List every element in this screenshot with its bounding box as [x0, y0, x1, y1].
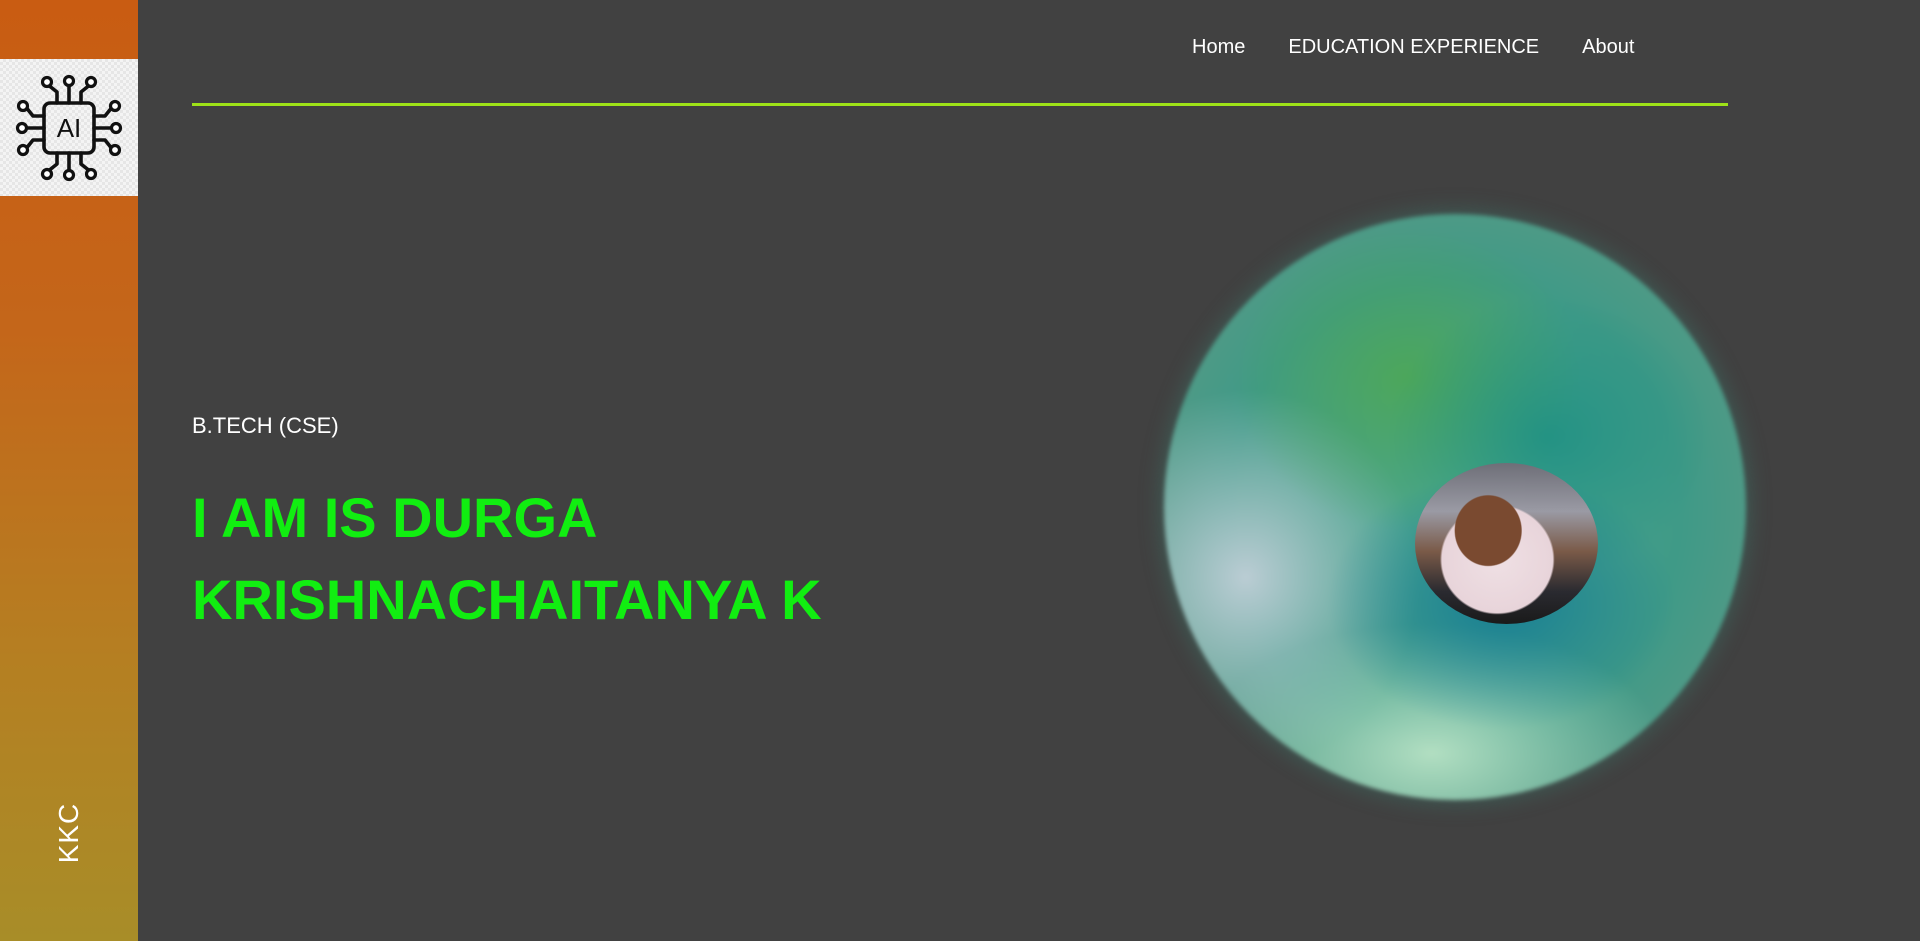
nav-about[interactable]: About — [1582, 36, 1634, 59]
nav-divider — [192, 103, 1728, 106]
profile-photo — [1415, 463, 1598, 624]
hero-name-line2: KRISHNACHAITANYA K — [192, 568, 822, 631]
sidebar: AI KKC — [0, 0, 138, 941]
nav-home[interactable]: Home — [1192, 36, 1245, 59]
hero-name-line1: I AM IS DURGA — [192, 486, 598, 549]
hero-name: I AM IS DURGA KRISHNACHAITANYA K — [192, 477, 892, 641]
ai-chip-icon: AI — [15, 74, 123, 181]
logo-text: AI — [57, 113, 82, 143]
nav-education-experience[interactable]: EDUCATION EXPERIENCE — [1288, 36, 1539, 59]
sidebar-brand: KKC — [53, 802, 84, 864]
logo[interactable]: AI — [0, 59, 138, 196]
top-nav: Home EDUCATION EXPERIENCE About — [1192, 36, 1634, 59]
hero-subtitle: B.TECH (CSE) — [192, 413, 339, 438]
